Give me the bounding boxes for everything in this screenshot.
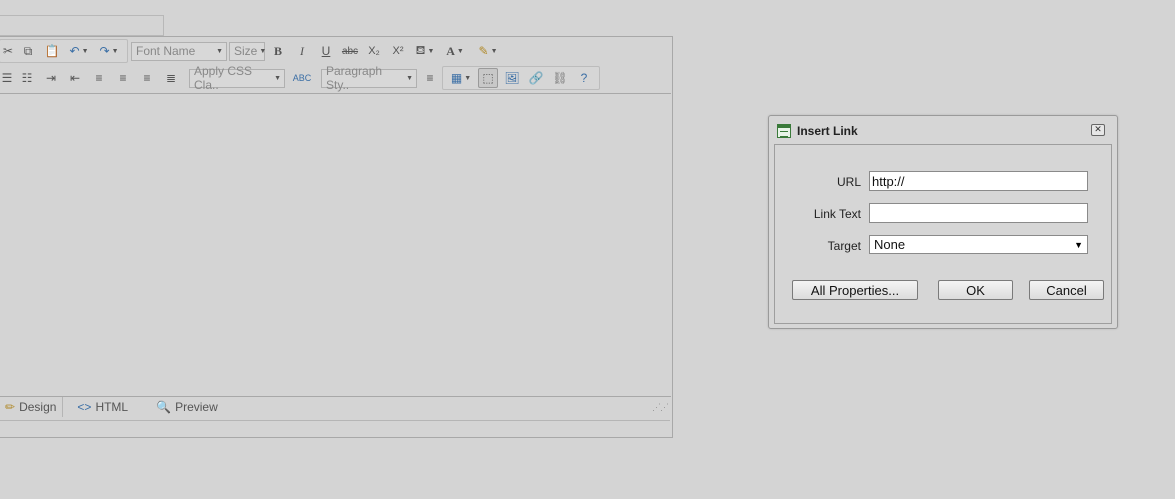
resize-grip-icon[interactable]: ⋰⋰ bbox=[652, 402, 669, 413]
target-select-value: None bbox=[874, 237, 906, 252]
format-painter-icon[interactable]: ✎ ▼ bbox=[475, 41, 501, 61]
close-icon[interactable]: ✕ bbox=[1091, 124, 1105, 136]
underline-button[interactable]: U bbox=[316, 41, 336, 61]
font-color-button[interactable]: A ▼ bbox=[442, 41, 468, 61]
all-properties-button[interactable]: All Properties... bbox=[792, 280, 918, 300]
url-row: URL bbox=[775, 171, 1111, 193]
toolbar-row-2: ☰ ☷ ⇥ ⇤ ≡ ≡ ≡ ≣ Apply CSS Cla.. ▼ ABC Pa… bbox=[0, 64, 602, 92]
strikethrough-button[interactable]: abc bbox=[340, 41, 360, 61]
insert-group: ▦ ▼ ⬚ 🖼 🔗 ⛓ ? bbox=[442, 66, 600, 90]
dialog-title: Insert Link bbox=[797, 124, 858, 138]
toolbar-row-1: ✂ ⧉ 📋 ↶ ▼ ↷ ▼ Font Name ▼ Size ▼ B I U abc… bbox=[0, 39, 508, 63]
spellcheck-icon[interactable]: ABC bbox=[292, 68, 312, 88]
font-size-text: Size bbox=[234, 44, 258, 58]
bullet-list-icon[interactable]: ☰ bbox=[1, 68, 13, 88]
image-icon[interactable]: 🖼 bbox=[502, 68, 522, 88]
editor-content-area[interactable] bbox=[0, 93, 671, 397]
font-size-select[interactable]: Size ▼ bbox=[229, 41, 267, 61]
ok-button[interactable]: OK bbox=[938, 280, 1013, 300]
link-text-input[interactable] bbox=[869, 203, 1088, 223]
highlight-color-icon[interactable]: ⛾ ▼ bbox=[412, 41, 438, 61]
cut-icon[interactable]: ✂ bbox=[2, 41, 14, 61]
target-label: Target bbox=[827, 239, 861, 253]
redo-icon[interactable]: ↷ ▼ bbox=[96, 41, 122, 61]
paragraph-align-icon[interactable]: ≡ bbox=[420, 68, 440, 88]
spellcheck-group: ABC bbox=[286, 67, 318, 89]
chevron-down-icon: ▼ bbox=[406, 74, 413, 82]
link-text-row: Link Text bbox=[775, 203, 1111, 225]
cancel-button[interactable]: Cancel bbox=[1029, 280, 1104, 300]
tab-design-label: Design bbox=[19, 400, 57, 414]
align-center-icon[interactable]: ≡ bbox=[113, 68, 133, 88]
numbered-list-icon[interactable]: ☷ bbox=[17, 68, 37, 88]
tab-html[interactable]: <> HTML bbox=[71, 397, 134, 417]
subscript-button[interactable]: X₂ bbox=[364, 41, 384, 61]
chevron-down-icon: ▼ bbox=[274, 74, 281, 82]
target-row: Target None ▼ bbox=[775, 235, 1111, 257]
paste-icon[interactable]: 📋 bbox=[42, 41, 62, 61]
dialog-body: URL Link Text Target None ▼ All Properti… bbox=[774, 144, 1112, 324]
css-class-text: Apply CSS Cla.. bbox=[194, 64, 253, 92]
font-name-text: Font Name bbox=[136, 44, 196, 58]
undo-icon[interactable]: ↶ ▼ bbox=[66, 41, 92, 61]
format-painter-group: ✎ ▼ bbox=[470, 40, 506, 62]
help-icon[interactable]: ? bbox=[574, 68, 594, 88]
paragraph-style-select[interactable]: Paragraph Sty.. ▼ bbox=[321, 64, 417, 92]
rich-text-editor: ✂ ⧉ 📋 ↶ ▼ ↷ ▼ Font Name ▼ Size ▼ B I U abc… bbox=[0, 36, 673, 438]
css-class-select[interactable]: Apply CSS Cla.. ▼ bbox=[189, 64, 285, 92]
tab-preview-label: Preview bbox=[175, 400, 218, 414]
tab-html-label: HTML bbox=[95, 400, 129, 414]
font-name-select[interactable]: Font Name ▼ bbox=[131, 41, 227, 61]
title-input[interactable] bbox=[0, 15, 164, 36]
unlink-icon[interactable]: ⛓ bbox=[550, 68, 570, 88]
font-color-label: A bbox=[446, 43, 455, 58]
url-label: URL bbox=[836, 175, 861, 189]
outdent-icon[interactable]: ⇤ bbox=[65, 68, 85, 88]
align-justify-icon[interactable]: ≣ bbox=[161, 68, 181, 88]
link-text-label: Link Text bbox=[813, 207, 861, 221]
clipboard-group: ✂ ⧉ 📋 ↶ ▼ ↷ ▼ bbox=[0, 39, 128, 63]
target-select[interactable]: None ▼ bbox=[869, 235, 1088, 254]
status-bar bbox=[0, 420, 670, 437]
paragraph-style-text: Paragraph Sty.. bbox=[326, 64, 383, 92]
chevron-down-icon: ▼ bbox=[259, 47, 267, 55]
dialog-title-bar: Insert Link bbox=[777, 122, 858, 140]
link-icon[interactable]: 🔗 bbox=[526, 68, 546, 88]
indent-icon[interactable]: ⇥ bbox=[41, 68, 61, 88]
copy-icon[interactable]: ⧉ bbox=[18, 41, 38, 61]
insert-link-dialog: Insert Link ✕ URL Link Text Target None … bbox=[768, 115, 1118, 329]
table-icon[interactable]: ▦ ▼ bbox=[448, 68, 474, 88]
window-icon bbox=[777, 124, 791, 138]
bold-button[interactable]: B bbox=[268, 41, 288, 61]
italic-button[interactable]: I bbox=[292, 41, 312, 61]
magnifier-icon: 🔍 bbox=[156, 400, 172, 414]
chevron-down-icon: ▼ bbox=[1074, 239, 1083, 250]
align-right-icon[interactable]: ≡ bbox=[137, 68, 157, 88]
align-left-icon[interactable]: ≡ bbox=[89, 68, 109, 88]
url-input[interactable] bbox=[869, 171, 1088, 191]
pencil-icon: ✏ bbox=[5, 400, 16, 414]
superscript-button[interactable]: X² bbox=[388, 41, 408, 61]
tab-preview[interactable]: 🔍 Preview bbox=[150, 397, 224, 417]
mode-bar: ✏ Design <> HTML 🔍 Preview bbox=[0, 396, 670, 418]
tab-design[interactable]: ✏ Design bbox=[0, 397, 64, 417]
select-all-icon[interactable]: ⬚ bbox=[478, 68, 498, 88]
chevron-down-icon: ▼ bbox=[216, 47, 223, 55]
code-icon: <> bbox=[77, 400, 92, 414]
